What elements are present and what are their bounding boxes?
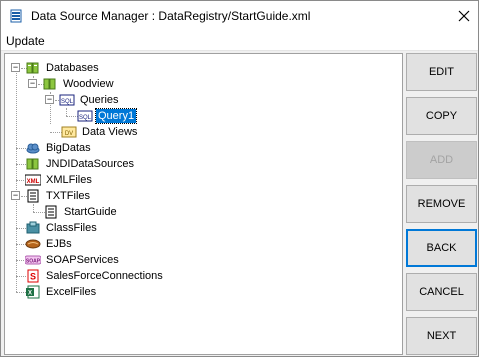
collapse-woodview-icon[interactable]: − [28, 79, 37, 88]
tree-item-ejbs[interactable]: EJBs [25, 236, 74, 252]
text-file-icon [43, 205, 59, 219]
tree-item-woodview[interactable]: Woodview [42, 76, 116, 92]
title-bar: Data Source Manager : DataRegistry/Start… [1, 1, 478, 31]
tree-label: Query1 [94, 108, 138, 124]
collapse-queries-icon[interactable]: − [45, 95, 54, 104]
tree-line-txtfiles [33, 204, 34, 212]
tree-label: SalesForceConnections [46, 270, 163, 282]
window-title: Data Source Manager : DataRegistry/Start… [31, 9, 311, 23]
tree-label: JNDIDataSources [46, 158, 135, 170]
remove-button[interactable]: REMOVE [406, 185, 477, 223]
svg-text:X: X [28, 291, 32, 297]
tree-item-data-views[interactable]: DV Data Views [61, 124, 139, 140]
tree-item-xmlfiles[interactable]: XML XMLFiles [25, 172, 94, 188]
close-button[interactable] [449, 1, 478, 31]
tree-item-classfiles[interactable]: ClassFiles [25, 220, 99, 236]
text-file-icon [25, 189, 41, 203]
tree-label: Queries [80, 94, 119, 106]
add-button[interactable]: ADD [406, 141, 477, 179]
tree-item-queries[interactable]: SQL Queries [59, 92, 121, 108]
tree-item-bigdatas[interactable]: BigDatas [25, 140, 93, 156]
tree-line-queries [66, 108, 67, 116]
app-icon [9, 9, 23, 23]
tree-label: Databases [46, 62, 99, 74]
svg-text:XML: XML [27, 179, 40, 185]
data-source-manager-window: Data Source Manager : DataRegistry/Start… [0, 0, 479, 357]
edit-button[interactable]: EDIT [406, 53, 477, 91]
tree-item-soapservices[interactable]: SOAP SOAPServices [25, 252, 121, 268]
tree-item-txtfiles[interactable]: TXTFiles [25, 188, 92, 204]
tree-item-databases[interactable]: Databases [25, 60, 101, 76]
tree-item-startguide[interactable]: StartGuide [43, 204, 119, 220]
tree-label: BigDatas [46, 142, 91, 154]
svg-text:DV: DV [65, 131, 73, 137]
menu-update[interactable]: Update [6, 34, 45, 48]
menu-bar: Update [1, 31, 478, 51]
soap-icon: SOAP [25, 253, 41, 267]
svg-text:S: S [30, 272, 36, 282]
cancel-button[interactable]: CANCEL [406, 273, 477, 311]
tree-item-salesforceconnections[interactable]: S SalesForceConnections [25, 268, 165, 284]
tree-label: ClassFiles [46, 222, 97, 234]
collapse-txtfiles-icon[interactable]: − [11, 191, 20, 200]
database-icon [25, 61, 41, 75]
svg-text:SQL: SQL [79, 115, 92, 121]
data-view-icon: DV [61, 125, 77, 139]
svg-text:SOAP: SOAP [26, 259, 41, 265]
cloud-icon [25, 141, 41, 155]
tree-label: Woodview [63, 78, 114, 90]
sql-query-icon: SQL [77, 109, 93, 123]
tree-item-excelfiles[interactable]: X ExcelFiles [25, 284, 98, 300]
tree-item-query1[interactable]: SQL Query1 [77, 108, 138, 124]
jndi-icon [25, 157, 41, 171]
excel-icon: X [25, 285, 41, 299]
tree-label: StartGuide [64, 206, 117, 218]
class-file-icon [25, 221, 41, 235]
svg-text:SQL: SQL [61, 99, 74, 105]
back-button[interactable]: BACK [406, 229, 477, 267]
collapse-databases-icon[interactable]: − [11, 63, 20, 72]
xml-icon: XML [25, 173, 41, 187]
sql-folder-icon: SQL [59, 93, 75, 107]
tree-label: Data Views [82, 126, 138, 138]
salesforce-icon: S [25, 269, 41, 283]
database-icon [42, 77, 58, 91]
copy-button[interactable]: COPY [406, 97, 477, 135]
data-source-tree[interactable]: − − − − Databases Woodview SQL Queries S… [4, 53, 403, 355]
tree-label: XMLFiles [46, 174, 92, 186]
tree-item-jndidatasources[interactable]: JNDIDataSources [25, 156, 136, 172]
next-button[interactable]: NEXT [406, 317, 477, 355]
tree-label: EJBs [46, 238, 72, 250]
tree-label: TXTFiles [46, 190, 90, 202]
tree-label: ExcelFiles [46, 286, 97, 298]
bean-icon [25, 237, 41, 251]
close-icon [458, 10, 469, 22]
tree-label: SOAPServices [46, 254, 119, 266]
